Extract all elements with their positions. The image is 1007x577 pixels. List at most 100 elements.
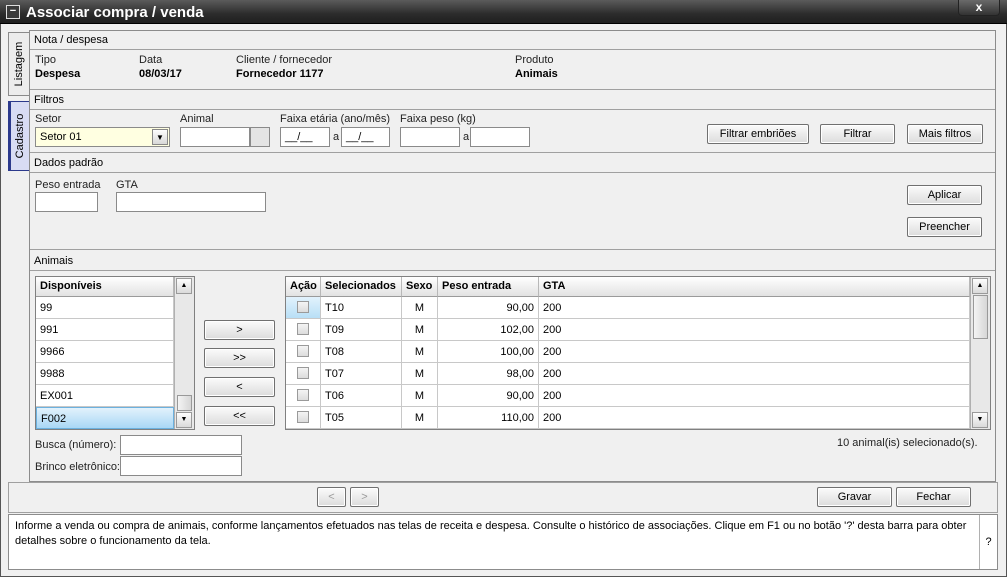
scroll-up-icon[interactable]: ▲ (972, 278, 988, 294)
sexo-cell[interactable]: M (402, 363, 438, 385)
gta-input[interactable] (116, 192, 266, 212)
list-item-selected[interactable]: F002 (36, 407, 174, 429)
data-label: Data (139, 54, 163, 66)
peso-cell[interactable]: 90,00 (438, 297, 539, 319)
move-right-button[interactable]: > (204, 320, 275, 340)
scroll-down-icon[interactable]: ▼ (972, 412, 988, 428)
scroll-thumb[interactable] (177, 395, 192, 411)
disponiveis-list[interactable]: Disponíveis 99 991 9966 9988 EX001 F002 … (35, 276, 195, 430)
gta-cell[interactable]: 200 (539, 341, 970, 363)
divider (30, 270, 995, 271)
filtrar-embrioes-button[interactable]: Filtrar embriões (707, 124, 809, 144)
peso-entrada-input[interactable] (35, 192, 98, 212)
gta-cell[interactable]: 200 (539, 297, 970, 319)
col-peso-header[interactable]: Peso entrada (438, 277, 539, 297)
faixa-peso-from-input[interactable] (400, 127, 460, 147)
busca-input[interactable] (120, 435, 242, 455)
selecionado-cell[interactable]: T10 (321, 297, 402, 319)
acao-cell[interactable] (286, 341, 321, 363)
tipo-value: Despesa (35, 68, 81, 80)
selecionados-scrollbar[interactable]: ▲ ▼ (970, 277, 990, 429)
divider (30, 152, 995, 153)
next-button[interactable]: > (350, 487, 379, 507)
gravar-button[interactable]: Gravar (817, 487, 892, 507)
faixa-peso-label: Faixa peso (kg) (400, 113, 476, 125)
col-sexo-header[interactable]: Sexo (402, 277, 438, 297)
range-separator: a (463, 131, 470, 143)
faixa-peso-to-input[interactable] (470, 127, 530, 147)
animal-label: Animal (180, 113, 214, 125)
col-selecionados-header[interactable]: Selecionados (321, 277, 402, 297)
list-item[interactable]: 9966 (36, 341, 174, 363)
filtrar-button[interactable]: Filtrar (820, 124, 895, 144)
gta-cell[interactable]: 200 (539, 319, 970, 341)
sexo-cell[interactable]: M (402, 297, 438, 319)
selecionado-cell[interactable]: T08 (321, 341, 402, 363)
list-item[interactable]: 99 (36, 297, 174, 319)
selecionado-cell[interactable]: T06 (321, 385, 402, 407)
gta-cell[interactable]: 200 (539, 407, 970, 429)
peso-cell[interactable]: 98,00 (438, 363, 539, 385)
sexo-cell[interactable]: M (402, 341, 438, 363)
list-item[interactable]: EX001 (36, 385, 174, 407)
scroll-up-icon[interactable]: ▲ (176, 278, 192, 294)
peso-cell[interactable]: 100,00 (438, 341, 539, 363)
row-checkbox[interactable] (297, 323, 309, 335)
peso-cell[interactable]: 90,00 (438, 385, 539, 407)
list-item[interactable]: 991 (36, 319, 174, 341)
tab-cadastro[interactable]: Cadastro (8, 101, 30, 171)
help-button[interactable]: ? (979, 515, 997, 569)
disponiveis-header[interactable]: Disponíveis (36, 277, 174, 297)
peso-cell[interactable]: 102,00 (438, 319, 539, 341)
acao-cell[interactable] (286, 363, 321, 385)
tab-listagem[interactable]: Listagem (8, 32, 30, 96)
peso-cell[interactable]: 110,00 (438, 407, 539, 429)
acao-cell[interactable] (286, 319, 321, 341)
acao-cell[interactable] (286, 407, 321, 429)
brinco-label: Brinco eletrônico: (35, 461, 120, 473)
selecionado-cell[interactable]: T07 (321, 363, 402, 385)
setor-select[interactable]: Setor 01 ▼ (35, 127, 170, 147)
system-menu-icon[interactable]: − (6, 5, 20, 19)
col-acao-header[interactable]: Ação (286, 277, 321, 297)
list-item[interactable]: 9988 (36, 363, 174, 385)
row-checkbox[interactable] (297, 345, 309, 357)
mais-filtros-button[interactable]: Mais filtros (907, 124, 983, 144)
produto-label: Produto (515, 54, 554, 66)
sexo-cell[interactable]: M (402, 407, 438, 429)
row-checkbox[interactable] (297, 411, 309, 423)
col-gta-header[interactable]: GTA (539, 277, 970, 297)
chevron-down-icon[interactable]: ▼ (152, 129, 168, 145)
selecionados-table[interactable]: Ação Selecionados Sexo Peso entrada GTA … (285, 276, 991, 430)
produto-value: Animais (515, 68, 558, 80)
gta-label: GTA (116, 179, 138, 191)
faixa-etaria-from-input[interactable]: __/__ (280, 127, 330, 147)
move-all-left-button[interactable]: << (204, 406, 275, 426)
sexo-cell[interactable]: M (402, 385, 438, 407)
busca-label: Busca (número): (35, 439, 117, 451)
acao-cell[interactable] (286, 385, 321, 407)
animal-lookup-button[interactable] (250, 127, 270, 147)
fechar-button[interactable]: Fechar (896, 487, 971, 507)
close-button[interactable]: x (958, 0, 1000, 16)
move-left-button[interactable]: < (204, 377, 275, 397)
brinco-input[interactable] (120, 456, 242, 476)
acao-cell[interactable] (286, 297, 321, 319)
selecionado-cell[interactable]: T09 (321, 319, 402, 341)
sexo-cell[interactable]: M (402, 319, 438, 341)
row-checkbox[interactable] (297, 301, 309, 313)
row-checkbox[interactable] (297, 389, 309, 401)
scroll-thumb[interactable] (973, 295, 988, 339)
move-all-right-button[interactable]: >> (204, 348, 275, 368)
selecionado-cell[interactable]: T05 (321, 407, 402, 429)
gta-cell[interactable]: 200 (539, 385, 970, 407)
scroll-down-icon[interactable]: ▼ (176, 412, 192, 428)
faixa-etaria-to-input[interactable]: __/__ (341, 127, 390, 147)
animal-input[interactable] (180, 127, 250, 147)
prev-button[interactable]: < (317, 487, 346, 507)
disponiveis-scrollbar[interactable]: ▲ ▼ (174, 277, 194, 429)
row-checkbox[interactable] (297, 367, 309, 379)
gta-cell[interactable]: 200 (539, 363, 970, 385)
preencher-button[interactable]: Preencher (907, 217, 982, 237)
aplicar-button[interactable]: Aplicar (907, 185, 982, 205)
